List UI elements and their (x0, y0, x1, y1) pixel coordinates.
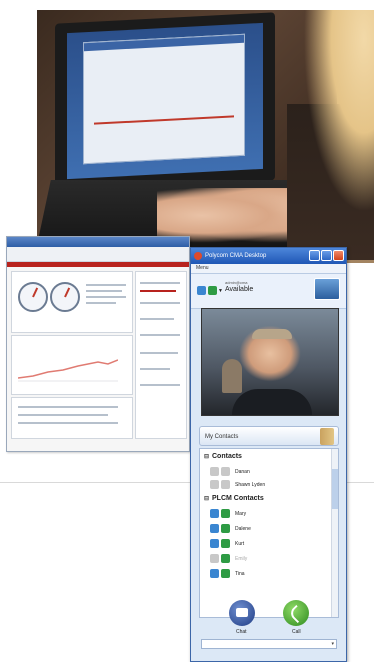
gauge-icon (50, 282, 80, 312)
video-status-icon (197, 286, 206, 295)
video-status-icon (210, 539, 219, 548)
contact-item[interactable]: Tina (210, 569, 245, 578)
typing-hands (157, 188, 307, 243)
laptop-screen-window (83, 33, 245, 165)
phone-status-icon (221, 539, 230, 548)
dashboard-panel-table (11, 397, 133, 439)
collapse-icon[interactable]: ⊟ (204, 495, 209, 502)
self-view-toggle-icon[interactable] (314, 278, 340, 300)
search-input[interactable]: ▾ (201, 639, 337, 649)
close-button[interactable] (333, 250, 344, 261)
window-title: Polycom CMA Desktop (205, 253, 267, 259)
menu-bar: Menu (191, 264, 346, 274)
phone-status-icon (221, 467, 230, 476)
cma-desktop-window: Polycom CMA Desktop Menu admin@cma ▼ Ava… (190, 247, 347, 662)
polycom-logo-icon (194, 252, 202, 260)
my-contacts-header[interactable]: My Contacts (199, 426, 339, 446)
chat-label: Chat (236, 629, 247, 635)
line-chart (18, 359, 118, 382)
dashboard-panel-chart (11, 335, 133, 395)
gauge-icon (18, 282, 48, 312)
contact-item[interactable]: Shawn Lyden (210, 480, 265, 489)
call-label: Call (292, 629, 301, 635)
phone-status-icon (221, 554, 230, 563)
dashboard-panel-gauges (11, 271, 133, 333)
window-titlebar: Polycom CMA Desktop (191, 248, 346, 264)
scrollbar[interactable] (331, 449, 338, 617)
menu-button[interactable]: Menu (196, 265, 209, 271)
phone-status-icon (221, 569, 230, 578)
video-status-icon (210, 480, 219, 489)
chevron-down-icon[interactable]: ▾ (331, 641, 334, 647)
video-preview (201, 308, 339, 416)
contact-item[interactable]: Danan (210, 467, 250, 476)
maximize-button[interactable] (321, 250, 332, 261)
video-status-icon (210, 509, 219, 518)
chat-button[interactable] (229, 600, 255, 626)
collapse-icon[interactable]: ⊟ (204, 453, 209, 460)
contact-item[interactable]: Dalene (210, 524, 251, 533)
dashboard-titlebar (7, 237, 189, 247)
group-contacts[interactable]: ⊟ Contacts (204, 453, 242, 460)
photo-laptop-user (37, 10, 374, 263)
address-book-icon[interactable] (320, 428, 334, 445)
dashboard-header-bar (7, 262, 189, 267)
chevron-down-icon[interactable]: ▼ (218, 288, 223, 294)
contact-item[interactable]: Mary (210, 509, 246, 518)
dashboard-window (6, 236, 190, 452)
dashboard-toolbar (7, 247, 189, 262)
presence-dropdown[interactable]: Available (225, 286, 253, 293)
contact-item[interactable]: Emily (210, 554, 247, 563)
contact-item[interactable]: Kurt (210, 539, 244, 548)
group-plcm-contacts[interactable]: ⊟ PLCM Contacts (204, 495, 264, 502)
video-status-icon (210, 467, 219, 476)
person (287, 10, 374, 260)
minimize-button[interactable] (309, 250, 320, 261)
signed-in-user: admin@cma (225, 280, 248, 285)
phone-status-icon (221, 509, 230, 518)
phone-status-icon (221, 524, 230, 533)
dashboard-sidebar (135, 271, 187, 439)
contacts-list: ⊟ Contacts Danan Shawn Lyden ⊟ PLCM Cont… (199, 448, 339, 618)
video-status-icon (210, 554, 219, 563)
my-contacts-label: My Contacts (205, 434, 239, 440)
phone-status-icon (208, 286, 217, 295)
video-status-icon (210, 524, 219, 533)
video-status-icon (210, 569, 219, 578)
call-button[interactable] (283, 600, 309, 626)
presence-row: admin@cma ▼ Available (191, 274, 346, 309)
phone-status-icon (221, 480, 230, 489)
